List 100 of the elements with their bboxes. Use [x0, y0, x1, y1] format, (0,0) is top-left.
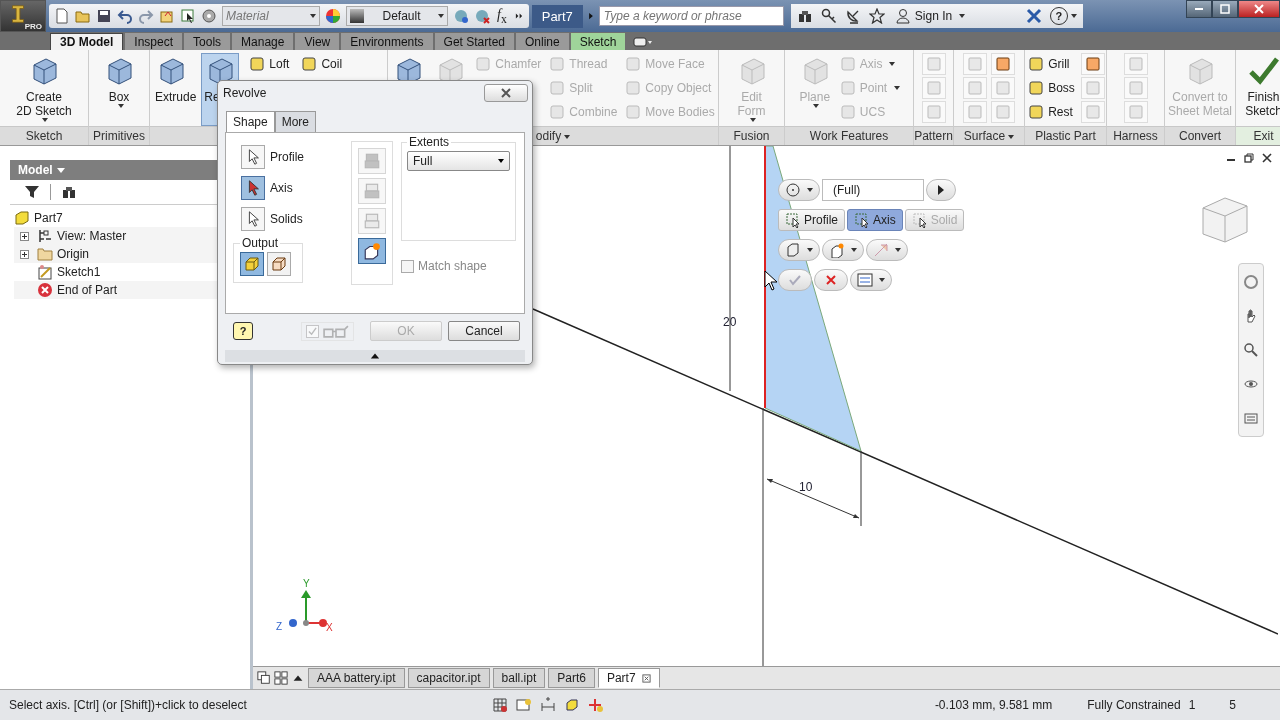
document-tab[interactable]: Part6: [548, 668, 595, 688]
ribbon-icon-button[interactable]: [991, 53, 1015, 75]
document-tab[interactable]: capacitor.ipt: [407, 668, 490, 688]
ribbon-button[interactable]: Extrude: [152, 53, 200, 126]
ribbon-button[interactable]: Rest: [1026, 101, 1077, 123]
ribbon-tab[interactable]: Online: [516, 33, 569, 50]
color-wheel-icon[interactable]: [325, 8, 341, 24]
open-folder-icon[interactable]: [75, 8, 91, 24]
dimension-icon[interactable]: [540, 697, 556, 713]
maximize-button[interactable]: [1212, 0, 1238, 18]
operation-dropdown[interactable]: [822, 239, 864, 261]
restore-icon[interactable]: [1244, 153, 1254, 163]
document-tab[interactable]: ball.ipt: [492, 668, 546, 688]
expand-icon[interactable]: [370, 352, 380, 360]
ribbon-toggle-icon[interactable]: [633, 37, 654, 47]
cube-icon[interactable]: [564, 697, 580, 713]
ribbon-tab[interactable]: Inspect: [125, 33, 183, 50]
zoom-icon[interactable]: [1243, 342, 1259, 358]
help-button[interactable]: ?: [233, 322, 253, 340]
filter-icon[interactable]: [24, 184, 40, 200]
redo-icon[interactable]: [138, 8, 154, 24]
ribbon-button[interactable]: Boss: [1026, 77, 1077, 99]
ribbon-button[interactable]: Create 2D Sketch: [13, 53, 75, 126]
selector-button[interactable]: Profile: [778, 209, 845, 231]
cascade-icon[interactable]: [257, 671, 271, 685]
key-icon[interactable]: [820, 8, 837, 24]
ribbon-tab[interactable]: Manage: [232, 33, 294, 50]
panel-label[interactable]: Primitives: [93, 129, 145, 143]
globe-icon[interactable]: [453, 8, 469, 24]
image-icon[interactable]: [516, 697, 532, 713]
sign-in-button[interactable]: Sign In: [892, 8, 1018, 24]
cross-icon[interactable]: [1025, 8, 1042, 24]
cancel-button[interactable]: [814, 269, 848, 291]
close-icon[interactable]: [1262, 153, 1272, 163]
ribbon-tab[interactable]: Sketch: [570, 33, 626, 50]
ribbon-tab[interactable]: Environments: [341, 33, 433, 50]
globe-icon[interactable]: [474, 8, 490, 24]
output-dropdown[interactable]: [778, 239, 820, 261]
selector-button[interactable]: [241, 175, 265, 200]
selector-button[interactable]: [241, 206, 265, 231]
minimize-button[interactable]: [1186, 0, 1212, 18]
panel-label[interactable]: Surface: [963, 129, 1015, 143]
solid-output-button[interactable]: [240, 252, 264, 276]
dialog-button[interactable]: Cancel: [448, 321, 520, 341]
expand-icon[interactable]: [20, 249, 29, 259]
tile-icon[interactable]: [274, 671, 288, 685]
ribbon-button[interactable]: Loft: [247, 53, 292, 75]
ribbon-button[interactable]: Box: [100, 53, 138, 126]
expand-icon[interactable]: [20, 231, 29, 241]
panel-label[interactable]: Pattern: [914, 129, 953, 143]
ribbon-tab[interactable]: Tools: [184, 33, 231, 50]
panel-label[interactable]: Work Features: [809, 129, 889, 143]
ribbon-tab[interactable]: View: [295, 33, 340, 50]
revolve-type-dropdown[interactable]: [778, 179, 820, 201]
document-tab[interactable]: AAA battery.ipt: [308, 668, 405, 688]
overflow-icon[interactable]: [513, 11, 524, 21]
material-dropdown[interactable]: Material: [222, 6, 320, 26]
options-dropdown[interactable]: [850, 269, 892, 291]
panel-label[interactable]: Exit: [1253, 129, 1274, 143]
appearance-dropdown[interactable]: Default: [346, 6, 448, 26]
selector-button[interactable]: [241, 144, 265, 169]
ribbon-tab[interactable]: Get Started: [434, 33, 514, 50]
tree-item[interactable]: Part7: [32, 211, 63, 225]
panel-label[interactable]: odify: [535, 129, 571, 143]
surface-output-button[interactable]: [267, 252, 291, 276]
ribbon-icon-button[interactable]: [1080, 53, 1105, 75]
application-menu-button[interactable]: PRO: [0, 0, 46, 32]
panel-label[interactable]: Convert: [1179, 129, 1221, 143]
steering-wheel-icon[interactable]: [1243, 274, 1259, 290]
grid-icon[interactable]: [492, 697, 508, 713]
panel-label[interactable]: Fusion: [733, 129, 770, 143]
tree-item[interactable]: Origin: [55, 247, 89, 261]
panel-label[interactable]: Harness: [1113, 129, 1158, 143]
select-icon[interactable]: [180, 8, 196, 24]
extents-dropdown[interactable]: Full: [407, 151, 510, 171]
panel-label[interactable]: Sketch: [25, 129, 63, 143]
binoculars-icon[interactable]: [796, 8, 813, 24]
document-tab[interactable]: Part7: [597, 668, 660, 688]
operation-button[interactable]: [358, 238, 386, 264]
parameters-button[interactable]: f$_{x}$: [495, 6, 509, 26]
binoculars-icon[interactable]: [61, 184, 77, 200]
ribbon-button[interactable]: Coil: [299, 53, 345, 75]
search-field[interactable]: Type a keyword or phrase: [598, 6, 784, 26]
tree-item[interactable]: Sketch1: [55, 265, 101, 279]
new-file-icon[interactable]: [54, 8, 70, 24]
save-icon[interactable]: [96, 8, 112, 24]
more-button[interactable]: [926, 179, 956, 201]
close-button[interactable]: [484, 84, 528, 102]
ribbon-button[interactable]: Grill: [1026, 53, 1077, 75]
close-icon[interactable]: [641, 673, 651, 683]
dialog-tab[interactable]: More: [274, 111, 317, 132]
star-icon[interactable]: [868, 8, 885, 24]
panel-label[interactable]: Plastic Part: [1035, 129, 1096, 143]
selector-button[interactable]: Axis: [847, 209, 903, 231]
constraint-icon[interactable]: [588, 697, 604, 713]
extent-field[interactable]: (Full): [822, 179, 924, 201]
satellite-icon[interactable]: [844, 8, 861, 24]
ribbon-tab[interactable]: 3D Model: [50, 33, 124, 50]
undo-icon[interactable]: [117, 8, 133, 24]
dialog-tab[interactable]: Shape: [226, 111, 275, 132]
